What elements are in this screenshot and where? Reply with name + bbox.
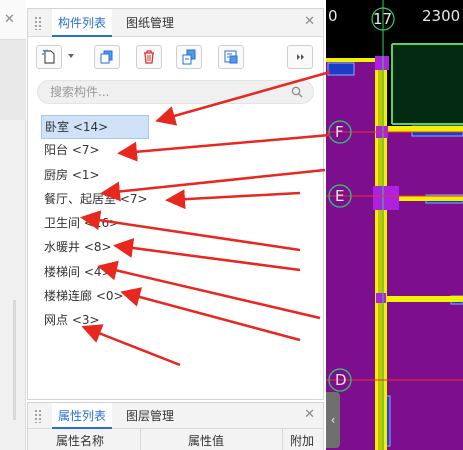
left-pane-scrollbar[interactable] [13,300,16,420]
cad-canvas[interactable]: 0 17 2300 F E D [326,0,463,450]
drag-handle-icon[interactable] [34,16,42,30]
search-box [37,80,314,104]
column-property-value: 属性值 [188,434,225,448]
dimension-label: 0 [328,7,338,25]
copy-button[interactable] [94,45,120,69]
axis-label-f: F [335,123,344,141]
list-item-stairwell[interactable]: 楼梯间 <4> [41,261,161,285]
property-panel: 属性列表 图层管理 ✕ 属性名称 属性值 附加 [27,402,324,450]
layer-copy-button[interactable] [218,45,244,69]
tab-property-list[interactable]: 属性列表 [52,403,113,429]
list-item-stair-corridor[interactable]: 楼梯连廊 <0> [41,285,161,309]
duplicate-icon [182,49,196,65]
tab-drawing-management[interactable]: 图纸管理 [120,9,180,37]
close-icon[interactable]: ✕ [304,14,315,29]
component-panel: 构件列表 图纸管理 ✕ 搜索构件... 卧室 <14> 阳台 <7> 厨房 <1… [27,8,324,400]
column-extra: 附加 [290,434,315,448]
list-item-dining-living[interactable]: 餐厅、起居室 <7> [41,188,161,212]
layer-copy-icon [224,50,238,64]
close-icon[interactable]: ✕ [4,12,15,27]
copy-icon [100,50,113,64]
column-divider [140,429,141,450]
new-file-icon [42,49,55,64]
duplicate-button[interactable] [176,45,202,69]
double-chevron-right-icon [297,54,304,60]
tab-component-list[interactable]: 构件列表 [52,9,113,37]
chevron-down-icon[interactable] [68,54,74,58]
tab-layer-management[interactable]: 图层管理 [120,403,180,429]
property-table-header: 属性名称 属性值 附加 [28,429,323,450]
list-item-kitchen[interactable]: 厨房 <1> [41,164,161,188]
column-divider [282,429,283,450]
list-item-plumbing-shaft[interactable]: 水暖井 <8> [41,236,161,260]
search-icon[interactable] [291,86,303,98]
axis-label-e: E [335,187,345,205]
column-property-name: 属性名称 [56,434,105,448]
list-item-bedroom[interactable]: 卧室 <14> [41,115,149,140]
new-component-button[interactable] [36,45,62,69]
component-list: 卧室 <14> 阳台 <7> 厨房 <1> 餐厅、起居室 <7> 卫生间 <16… [41,115,161,334]
component-toolbar [28,37,323,75]
close-icon[interactable]: ✕ [304,407,315,422]
app-window: ✕ 构件列表 图纸管理 ✕ 搜索构件... 卧室 <14> 阳台 <7> 厨房 … [0,0,463,450]
left-side-pane: ✕ [0,0,26,450]
component-panel-tabbar: 构件列表 图纸管理 ✕ [28,9,323,37]
property-panel-tabbar: 属性列表 图层管理 ✕ [28,403,323,429]
delete-button[interactable] [136,45,162,69]
search-input[interactable] [50,84,280,100]
dimension-label: 2300 [422,7,461,25]
list-item-balcony[interactable]: 阳台 <7> [41,139,161,163]
left-pane-header: ✕ [0,0,26,40]
list-item-bathroom[interactable]: 卫生间 <16> [41,212,161,236]
axis-label-d: D [335,371,347,389]
more-button[interactable] [287,45,313,69]
left-pane-section [0,40,26,120]
drag-handle-icon[interactable] [34,409,42,423]
collapse-panel-button[interactable]: ‹ [326,392,340,448]
axis-number-label: 17 [373,10,393,28]
trash-icon [144,50,154,64]
list-item-outlet[interactable]: 网点 <3> [41,309,161,333]
